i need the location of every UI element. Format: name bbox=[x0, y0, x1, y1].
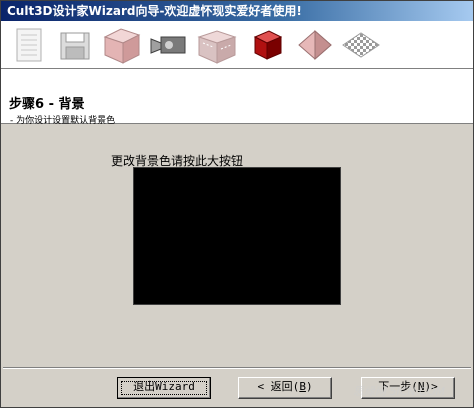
back-button[interactable]: < 返回(B) bbox=[238, 377, 332, 399]
back-label-suffix: ) bbox=[305, 380, 313, 393]
back-hotkey: B bbox=[299, 380, 306, 393]
step-icon-strip bbox=[1, 21, 473, 69]
floppy-disk-icon bbox=[60, 32, 90, 60]
step-header: 步骤6 - 背景 - 为你设计设置默认背景色 bbox=[1, 69, 473, 126]
checker-texture-icon bbox=[342, 32, 380, 58]
window-title: Cult3D设计家Wizard向导-欢迎虚怀现实爱好者使用! bbox=[7, 4, 302, 18]
red-cube-icon bbox=[253, 30, 283, 60]
watermark: 思缘网 5ICN.COM bbox=[353, 385, 445, 398]
exit-wizard-label: 退出Wizard bbox=[133, 380, 195, 393]
back-label-prefix: < 返回( bbox=[257, 380, 300, 393]
background-color-button[interactable] bbox=[133, 167, 341, 305]
pink-box-icon bbox=[103, 28, 141, 64]
textured-box-icon bbox=[197, 30, 237, 64]
step-description: - 为你设计设置默认背景色 bbox=[10, 116, 116, 126]
footer-divider bbox=[3, 367, 471, 369]
wizard-window: Cult3D设计家Wizard向导-欢迎虚怀现实爱好者使用! 步骤6 - 背景 … bbox=[0, 0, 474, 408]
step-title: 步骤6 - 背景 bbox=[9, 97, 85, 112]
title-bar[interactable]: Cult3D设计家Wizard向导-欢迎虚怀现实爱好者使用! bbox=[1, 1, 473, 21]
rotating-diamond-icon bbox=[298, 29, 332, 61]
document-icon bbox=[16, 28, 42, 62]
exit-wizard-button[interactable]: 退出Wizard bbox=[117, 377, 211, 399]
camera-icon bbox=[150, 36, 186, 54]
